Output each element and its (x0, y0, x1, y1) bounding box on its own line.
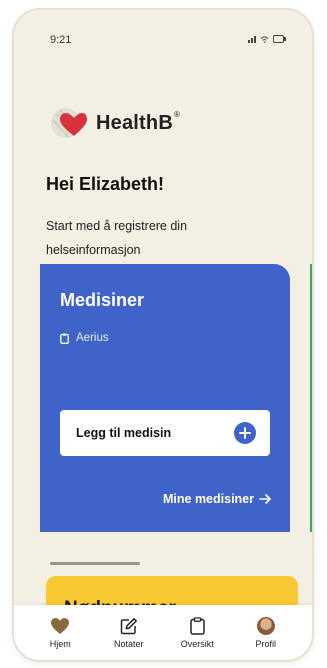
add-medicine-button[interactable]: Legg til medisin (60, 410, 270, 456)
plus-circle-icon (234, 422, 256, 444)
signal-icon (248, 36, 256, 43)
greeting-subtitle: Start med å registrere din helseinformas… (46, 219, 188, 257)
tab-notes[interactable]: Notater (99, 617, 159, 649)
avatar (256, 616, 275, 635)
wifi-icon (260, 36, 269, 43)
status-icons (248, 35, 286, 43)
app-name: HealthB (96, 111, 173, 134)
next-card-peek[interactable] (310, 264, 312, 532)
medicine-list-item[interactable]: Aerius (60, 332, 109, 344)
app-logo: HealthB ® (50, 106, 180, 140)
tab-overview[interactable]: Oversikt (167, 616, 227, 649)
battery-icon (273, 35, 286, 43)
add-medicine-label: Legg til medisin (76, 426, 172, 440)
tab-home-label: Hjem (49, 638, 71, 649)
status-time: 9:21 (50, 34, 72, 46)
edit-note-icon (120, 617, 137, 634)
heart-icon (51, 617, 70, 634)
scroll-indicator (50, 562, 140, 565)
medicine-name: Aerius (76, 332, 109, 344)
medicines-card-title: Medisiner (60, 290, 145, 310)
arrow-right-icon (259, 494, 271, 504)
bottom-tab-bar: Hjem Notater Oversikt Profil (14, 605, 312, 660)
tab-profile-label: Profil (255, 638, 276, 649)
greeting-heading: Hei Elizabeth! (46, 174, 165, 194)
medicines-card[interactable]: Medisiner Aerius Legg til medisin Mine m… (40, 264, 290, 532)
my-medicines-label: Mine medisiner (163, 492, 254, 506)
registered-mark: ® (173, 109, 180, 119)
phone-screen: 9:21 HealthB ® Hei Elizabeth! Start med … (14, 10, 312, 660)
tab-notes-label: Notater (113, 638, 144, 649)
tab-profile[interactable]: Profil (236, 616, 296, 649)
clipboard-icon (60, 333, 69, 344)
clipboard-icon (190, 616, 205, 635)
tab-home[interactable]: Hjem (30, 617, 90, 649)
tab-overview-label: Oversikt (180, 638, 214, 649)
my-medicines-link[interactable]: Mine medisiner (163, 492, 272, 506)
heart-logo-icon (51, 108, 87, 138)
status-bar: 9:21 (14, 10, 312, 50)
